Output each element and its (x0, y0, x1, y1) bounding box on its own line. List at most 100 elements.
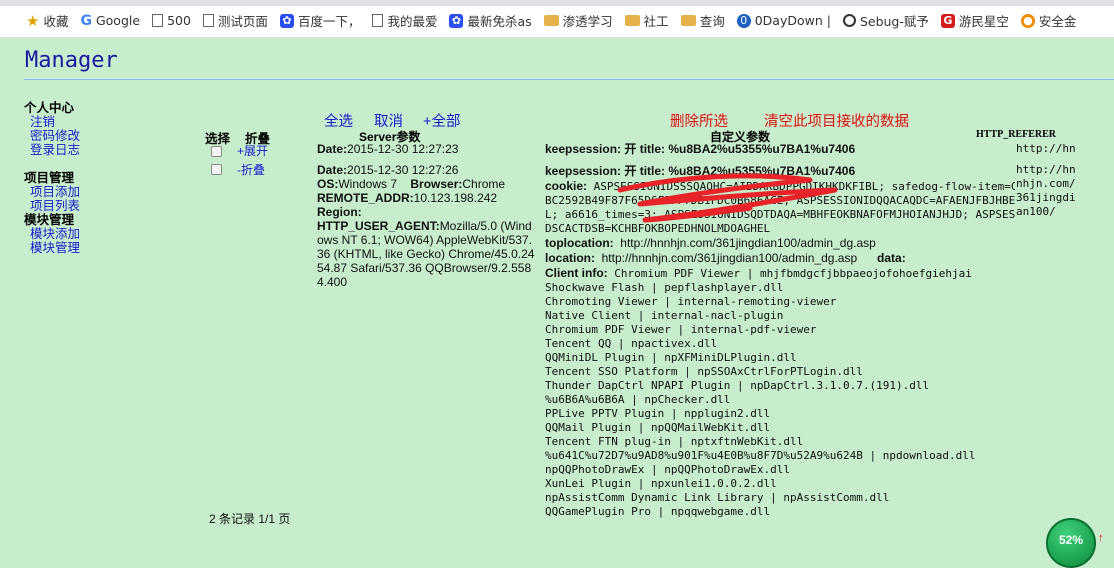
plugin-item: Shockwave Flash | pepflashplayer.dll (545, 281, 784, 294)
bookmarks-list: ★ 收藏 G Google 500 测试页面 ✿ 百度一下， 我的最爱 ✿ 最新免杀as… (26, 11, 1088, 30)
server-region: Region: (317, 205, 362, 219)
page-icon (202, 14, 214, 27)
bookmark-label: 我的最爱 (387, 14, 438, 29)
bookmark-favorites[interactable]: ★ 收藏 (26, 11, 68, 30)
referer-column: http://hn http://hnnhjn.com/361jingdian1… (1016, 142, 1076, 219)
speed-ball-widget[interactable]: 52% (1046, 518, 1096, 568)
bookmark-folder-social[interactable]: 社工 (624, 11, 669, 30)
bookmark-500[interactable]: 500 (152, 13, 191, 28)
plugin-item: Tencent QQ | npactivex.dll (545, 337, 718, 350)
bookmark-label: 0DayDown | (754, 13, 831, 28)
pagination-info: 2 条记录 1/1 页 (209, 512, 291, 526)
bookmark-label: 社工 (643, 14, 669, 29)
bookmark-gamersky[interactable]: G 游民星空 (940, 11, 1009, 30)
folder-icon (543, 15, 559, 26)
sidebar-item-login-log[interactable]: 登录日志 (24, 143, 80, 157)
plugin-item: Native Client | internal-nacl-plugin (545, 309, 784, 322)
sidebar-head-projects: 项目管理 (24, 171, 75, 185)
row-expand-toggle[interactable]: +展开 (237, 142, 268, 159)
title-divider (24, 79, 1114, 80)
google-icon: G (80, 12, 92, 29)
bookmark-my-favorites[interactable]: 我的最爱 (372, 11, 437, 30)
address-bar-strip (0, 0, 1114, 6)
page-icon (152, 14, 164, 27)
server-hidden-line (317, 156, 537, 163)
bookmark-folder-pentest[interactable]: 渗透学习 (543, 11, 613, 30)
referer-row2[interactable]: http://hnnhjn.com/361jingdian100/ (1016, 163, 1076, 219)
sidebar-head-modules: 模块管理 (24, 213, 75, 227)
sidebar-item-logout[interactable]: 注销 (24, 115, 80, 129)
sidebar: 个人中心 注销 密码修改 登录日志 项目管理 项目添加 项目列表 模块管理 模块… (24, 101, 80, 255)
plugin-item: Chromium PDF Viewer | internal-pdf-viewe… (545, 323, 817, 336)
bookmark-security[interactable]: ● 安全金 (1020, 11, 1077, 30)
sidebar-item-module-manage[interactable]: 模块管理 (24, 241, 80, 255)
sidebar-item-change-password[interactable]: 密码修改 (24, 129, 80, 143)
bookmark-label: Sebug-赋予 (859, 14, 929, 29)
location-line: location: http://hnnhjn.com/361jingdian1… (545, 251, 906, 265)
zeroday-icon: 0 (736, 13, 751, 28)
bookmark-label: 查询 (699, 14, 725, 29)
add-all-link[interactable]: +全部 (423, 110, 460, 131)
cookie-line-2: BC2592B49F87F65D6FFFF7DB1FDC0B686ACE; AS… (545, 194, 1015, 207)
row-collapse-toggle[interactable]: -折叠 (237, 161, 265, 178)
plugin-item: QQGamePlugin Pro | npqqwebgame.dll (545, 505, 771, 518)
sidebar-item-module-add[interactable]: 模块添加 (24, 227, 80, 241)
clear-project-data-link[interactable]: 清空此项目接收的数据 (764, 110, 909, 131)
page-title: Manager (25, 48, 118, 73)
bookmark-label: 游民星空 (958, 14, 1009, 29)
referer-spacer (1016, 156, 1076, 163)
baidu-paw-icon: ✿ (449, 13, 464, 28)
folder-icon (680, 15, 696, 26)
keepsession-row2: keepsession: 开 title: %u8BA2%u5355%u7BA1… (545, 164, 856, 178)
server-date-row2: Date:2015-12-30 12:27:26 (317, 163, 459, 177)
bookmark-label: 收藏 (43, 14, 69, 29)
row-select-checkbox[interactable] (211, 164, 222, 175)
up-arrow-icon: ↑ (1098, 532, 1104, 544)
plugin-item: QQMiniDL Plugin | npXFMiniDLPlugin.dll (545, 351, 797, 364)
server-os-browser: OS:Windows 7 Browser:Chrome (317, 177, 506, 191)
sebug-icon (842, 14, 856, 27)
bookmark-sebug[interactable]: Sebug-赋予 (842, 11, 929, 30)
bookmark-latest-as[interactable]: ✿ 最新免杀as (449, 11, 532, 30)
plugin-item: Thunder DapCtrl NPAPI Plugin | npDapCtrl… (545, 379, 930, 392)
plugin-item: Tencent FTN plug-in | nptxftnWebKit.dll (545, 435, 804, 448)
bookmark-baidu[interactable]: ✿ 百度一下， (279, 11, 361, 30)
bookmark-label: Google (95, 13, 141, 28)
server-date-row1: Date:2015-12-30 12:27:23 (317, 142, 459, 156)
server-user-agent: HTTP_USER_AGENT:Mozilla/5.0 (Windows NT … (317, 219, 535, 289)
plugin-item: QQMail Plugin | npQQMailWebKit.dll (545, 421, 771, 434)
bookmark-test-page[interactable]: 测试页面 (202, 11, 268, 30)
toplocation-line: toplocation: http://hnnhjn.com/361jingdi… (545, 236, 876, 250)
sidebar-item-project-list[interactable]: 项目列表 (24, 199, 80, 213)
person-icon: ● (1020, 13, 1035, 28)
folder-icon (624, 15, 640, 26)
bookmark-label: 安全金 (1038, 14, 1077, 29)
bookmark-label: 渗透学习 (562, 14, 613, 29)
referer-row1[interactable]: http://hn (1016, 142, 1076, 156)
bookmark-label: 500 (167, 13, 191, 28)
select-all-link[interactable]: 全选 (324, 110, 353, 131)
bookmark-folder-query[interactable]: 查询 (680, 11, 725, 30)
keepsession-row1: keepsession: 开 title: %u8BA2%u5355%u7BA1… (545, 142, 856, 156)
server-params: Date:2015-12-30 12:27:23 Date:2015-12-30… (317, 142, 537, 289)
custom-params: keepsession: 开 title: %u8BA2%u5355%u7BA1… (545, 142, 1015, 519)
plugin-item: PPLive PPTV Plugin | npplugin2.dll (545, 407, 771, 420)
cookie-line-3: L; a6616_times=3; ASPSESSIONIDSQDTDAQA=M… (545, 208, 1015, 221)
page-icon (372, 14, 384, 27)
sidebar-item-project-add[interactable]: 项目添加 (24, 185, 80, 199)
plugin-item: XunLei Plugin | npxunlei1.0.0.2.dll (545, 477, 777, 490)
bookmark-label: 最新免杀as (467, 14, 532, 29)
row-select-checkbox[interactable] (211, 146, 222, 157)
client-info-line: Client info: Chromium PDF Viewer | mhjfb… (545, 266, 972, 280)
column-select: 选择 (205, 132, 231, 146)
plugin-item: npAssistComm Dynamic Link Library | npAs… (545, 491, 890, 504)
bookmark-google[interactable]: G Google (80, 13, 140, 28)
bookmark-0daydown[interactable]: 0 0DayDown | (736, 13, 831, 28)
cookie-line-1: cookie: ASPSESSIONIDSSSQAQHC=AIBDAKBDPPG… (545, 179, 1015, 193)
column-http-referer: HTTP_REFERER (976, 129, 1057, 140)
plugin-item: npQQPhotoDrawEx | npQQPhotoDrawEx.dll (545, 463, 791, 476)
custom-hidden-line (545, 157, 1015, 164)
bookmark-label: 百度一下， (297, 14, 361, 29)
gamersky-icon: G (940, 13, 955, 28)
